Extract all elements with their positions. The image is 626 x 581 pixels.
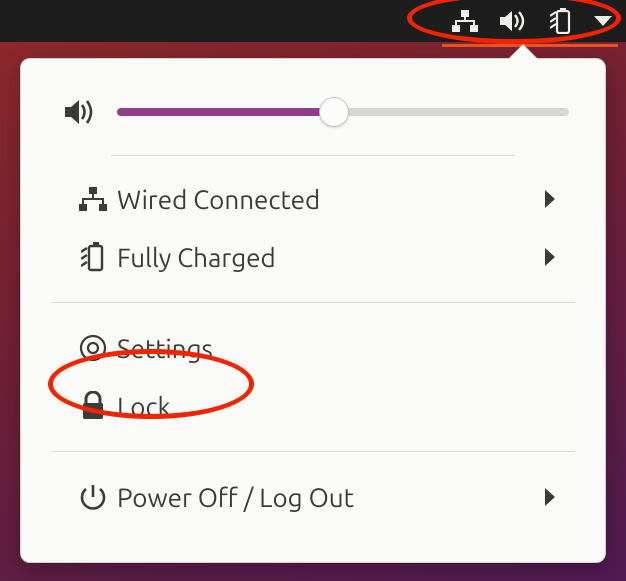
separator (51, 302, 575, 303)
battery-charging-icon (69, 242, 117, 272)
chevron-right-icon (545, 248, 569, 266)
gear-icon (69, 333, 117, 363)
menu-item-label: Wired Connected (117, 185, 545, 214)
power-icon (69, 483, 117, 511)
lock-icon (69, 391, 117, 421)
system-tray[interactable] (452, 8, 612, 34)
menu-item-power[interactable]: Power Off / Log Out (51, 468, 575, 526)
menu-item-settings[interactable]: Settings (51, 319, 575, 377)
menu-item-label: Fully Charged (117, 243, 545, 272)
menu-item-label: Lock (117, 392, 545, 421)
volume-row (51, 99, 575, 155)
volume-icon[interactable] (500, 10, 528, 32)
chevron-right-icon (545, 190, 569, 208)
volume-slider-fill (117, 108, 334, 116)
system-menu-popover: Wired Connected Fully Charged Settings (20, 58, 606, 563)
topbar (0, 0, 626, 42)
battery-charging-icon[interactable] (550, 8, 572, 34)
menu-item-label: Power Off / Log Out (117, 483, 545, 512)
menu-item-label: Settings (117, 334, 545, 363)
volume-slider-thumb[interactable] (319, 97, 349, 127)
menu-item-battery[interactable]: Fully Charged (51, 228, 575, 286)
menu-item-lock[interactable]: Lock (51, 377, 575, 435)
separator (111, 155, 515, 156)
chevron-right-icon (545, 488, 569, 506)
network-wired-icon[interactable] (452, 10, 478, 32)
volume-icon (65, 99, 95, 125)
volume-slider[interactable] (117, 108, 569, 116)
separator (51, 451, 575, 452)
network-wired-icon (69, 187, 117, 211)
chevron-down-icon[interactable] (594, 16, 612, 26)
menu-item-network[interactable]: Wired Connected (51, 170, 575, 228)
